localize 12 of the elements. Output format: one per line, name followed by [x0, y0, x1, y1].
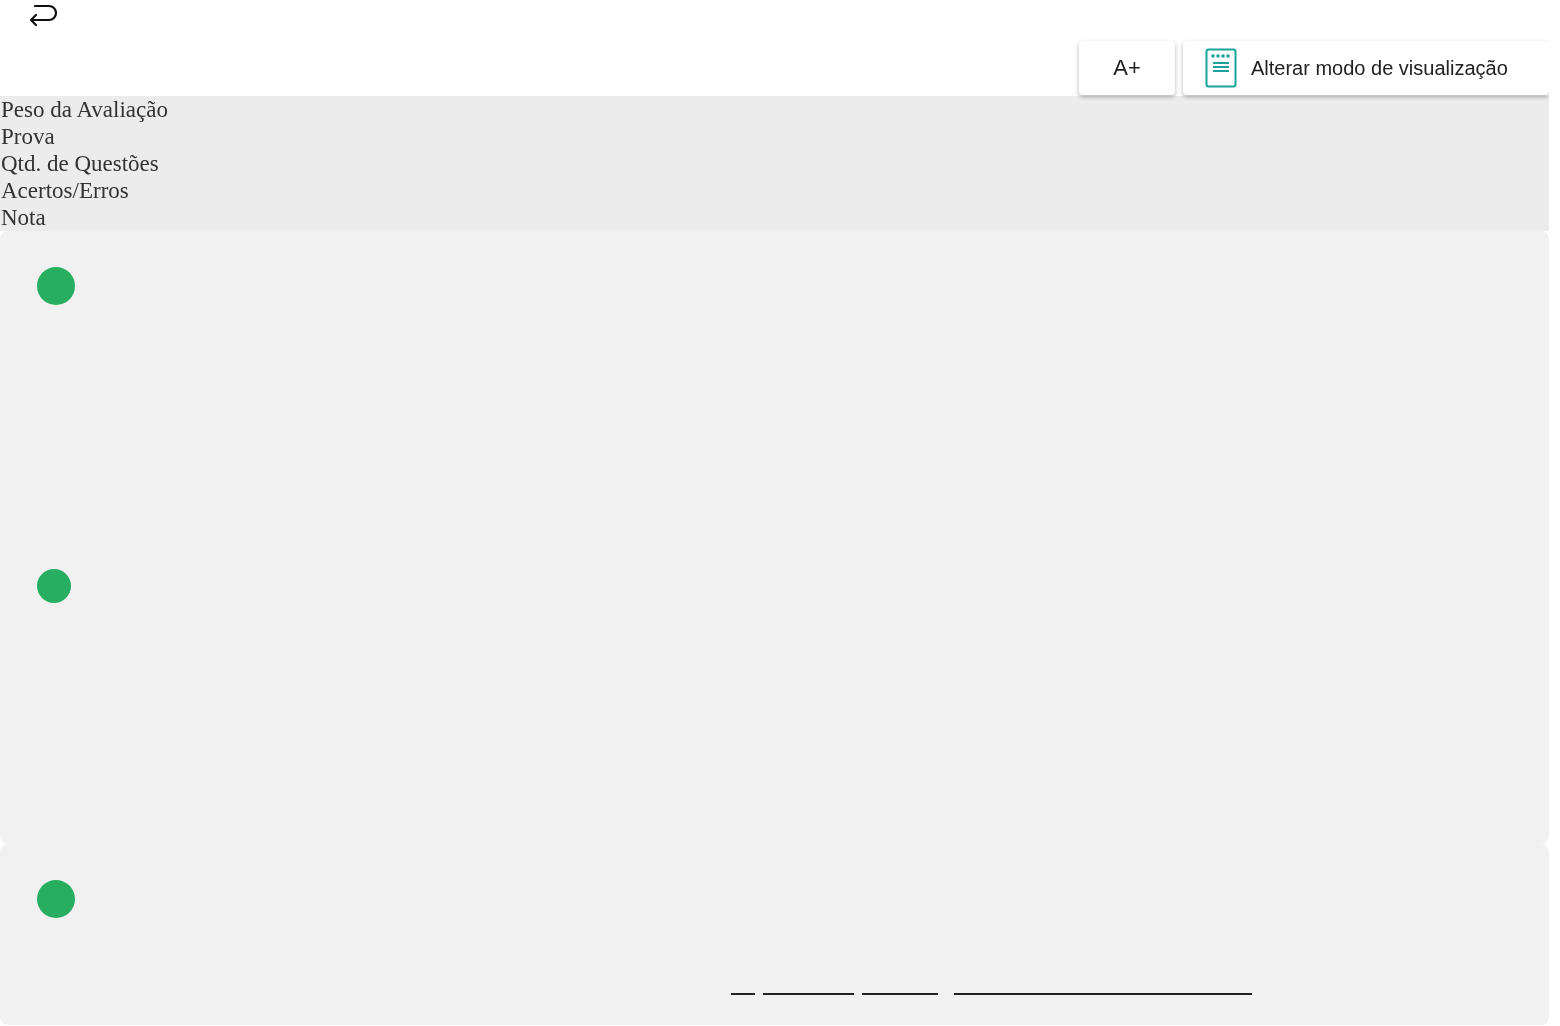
view-mode-button[interactable]: Alterar modo de visualização [1183, 41, 1549, 95]
column-label: Acertos/Erros [1, 177, 130, 204]
column-label: Nota [1, 204, 47, 231]
status-dot [37, 880, 75, 918]
column-label: Prova [1, 123, 56, 150]
column-label: Qtd. de Questões [1, 150, 160, 177]
column-label: Peso da Avaliação [1, 96, 169, 123]
status-dot [37, 569, 71, 603]
status-dot [37, 267, 75, 305]
return-arrow-icon[interactable] [27, 2, 59, 28]
document-icon [1205, 48, 1237, 88]
font-size-button[interactable]: A+ [1079, 41, 1175, 95]
